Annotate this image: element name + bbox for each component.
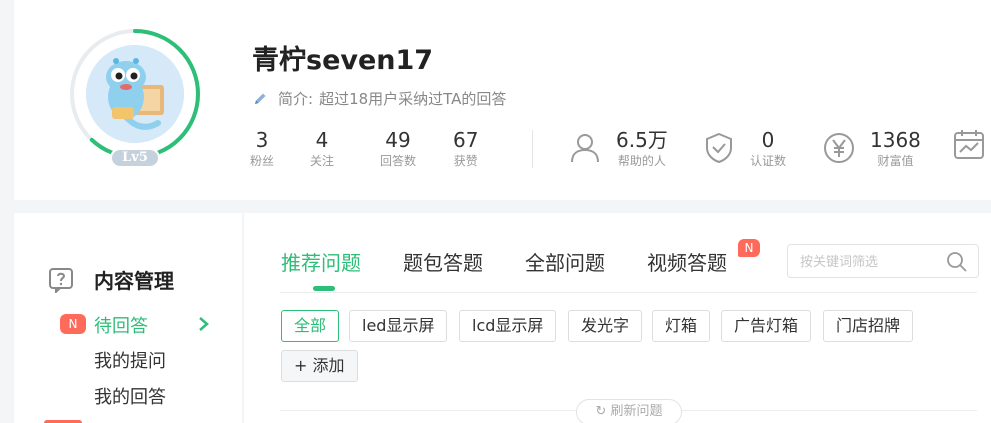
main-content: 推荐问题 题包答题 全部问题 视频答题 N 全部 led显示屏 lcd显示屏 发…	[244, 213, 991, 423]
avatar-image	[86, 45, 184, 143]
user-icon	[571, 134, 599, 163]
stat-value: 3	[255, 128, 269, 152]
chip-ad-lightbox[interactable]: 广告灯箱	[721, 310, 812, 342]
sidebar-item-my-answers[interactable]: 我的回答	[94, 383, 166, 409]
new-badge: N	[60, 314, 86, 334]
stat-label: 帮助的人	[617, 154, 666, 168]
intro-label: 简介:	[278, 90, 314, 108]
chevron-right-icon	[199, 317, 209, 331]
active-tab-indicator	[313, 286, 335, 291]
yen-coin-icon	[824, 133, 854, 163]
new-badge: N	[738, 239, 760, 257]
pencil-icon[interactable]	[252, 91, 268, 107]
search-input[interactable]	[800, 253, 940, 271]
keyword-filter[interactable]	[787, 244, 979, 278]
sidebar-title-text: 内容管理	[94, 269, 174, 293]
sidebar-title: 内容管理	[48, 265, 174, 294]
stat-value: 4	[315, 128, 329, 152]
refresh-label: 刷新问题	[610, 404, 663, 419]
profile-intro: 简介: 超过18用户采纳过TA的回答	[252, 88, 506, 109]
chip-led-display[interactable]: led显示屏	[349, 310, 448, 342]
stat-certifications[interactable]: 0 认证数	[702, 127, 786, 169]
tab-package[interactable]: 题包答题	[403, 247, 483, 276]
stat-likes[interactable]: 67 获赞	[453, 127, 478, 169]
username: 青柠seven17	[252, 45, 434, 76]
stat-value: 0	[761, 128, 775, 152]
stat-label: 财富值	[877, 154, 914, 168]
stat-label: 认证数	[750, 154, 787, 168]
chip-lcd-display[interactable]: lcd显示屏	[459, 310, 557, 342]
tab-recommended[interactable]: 推荐问题	[281, 247, 361, 276]
tab-video[interactable]: 视频答题	[647, 247, 727, 276]
stat-fans[interactable]: 3 粉丝	[250, 127, 274, 169]
stat-value: 6.5万	[616, 128, 668, 152]
refresh-button[interactable]: ↻ 刷新问题	[576, 399, 682, 423]
stat-wealth[interactable]: 1368 财富值	[822, 127, 921, 169]
stat-label: 获赞	[453, 154, 478, 168]
shield-check-icon	[706, 132, 732, 164]
chip-all[interactable]: 全部	[281, 310, 340, 342]
stat-checkin[interactable]	[952, 127, 991, 161]
stat-label: 关注	[310, 154, 335, 168]
calendar-chart-icon	[954, 130, 984, 159]
intro-text: 超过18用户采纳过TA的回答	[319, 90, 507, 108]
chip-lightbox[interactable]: 灯箱	[652, 310, 711, 342]
sidebar-item-pending[interactable]: 待回答	[94, 312, 148, 338]
tab-all[interactable]: 全部问题	[525, 247, 605, 276]
sidebar: 内容管理 N 待回答 我的提问 我的回答	[14, 213, 242, 423]
stat-following[interactable]: 4 关注	[310, 127, 334, 169]
sidebar-item-my-questions[interactable]: 我的提问	[94, 347, 166, 373]
search-icon[interactable]	[946, 251, 968, 273]
refresh-icon: ↻	[595, 404, 607, 419]
stat-label: 粉丝	[250, 154, 275, 168]
stat-value: 1368	[870, 128, 921, 152]
add-tag-button[interactable]: + 添加	[281, 350, 358, 382]
avatar[interactable]: Lv5	[68, 27, 202, 168]
chip-luminous-letters[interactable]: 发光字	[568, 310, 643, 342]
question-icon	[49, 267, 73, 293]
stat-value: 67	[453, 128, 479, 152]
stat-helped-people[interactable]: 6.5万 帮助的人	[568, 127, 668, 169]
profile-card: Lv5 青柠seven17 简介: 超过18用户采纳过TA的回答 3 粉丝 4 …	[14, 0, 991, 200]
stats-divider	[532, 130, 533, 168]
divider	[280, 292, 977, 293]
stat-label: 回答数	[380, 154, 417, 168]
stat-value: 49	[385, 128, 411, 152]
chip-shop-signboard[interactable]: 门店招牌	[823, 310, 914, 342]
level-badge: Lv5	[110, 148, 160, 168]
stat-answers[interactable]: 49 回答数	[380, 127, 416, 169]
